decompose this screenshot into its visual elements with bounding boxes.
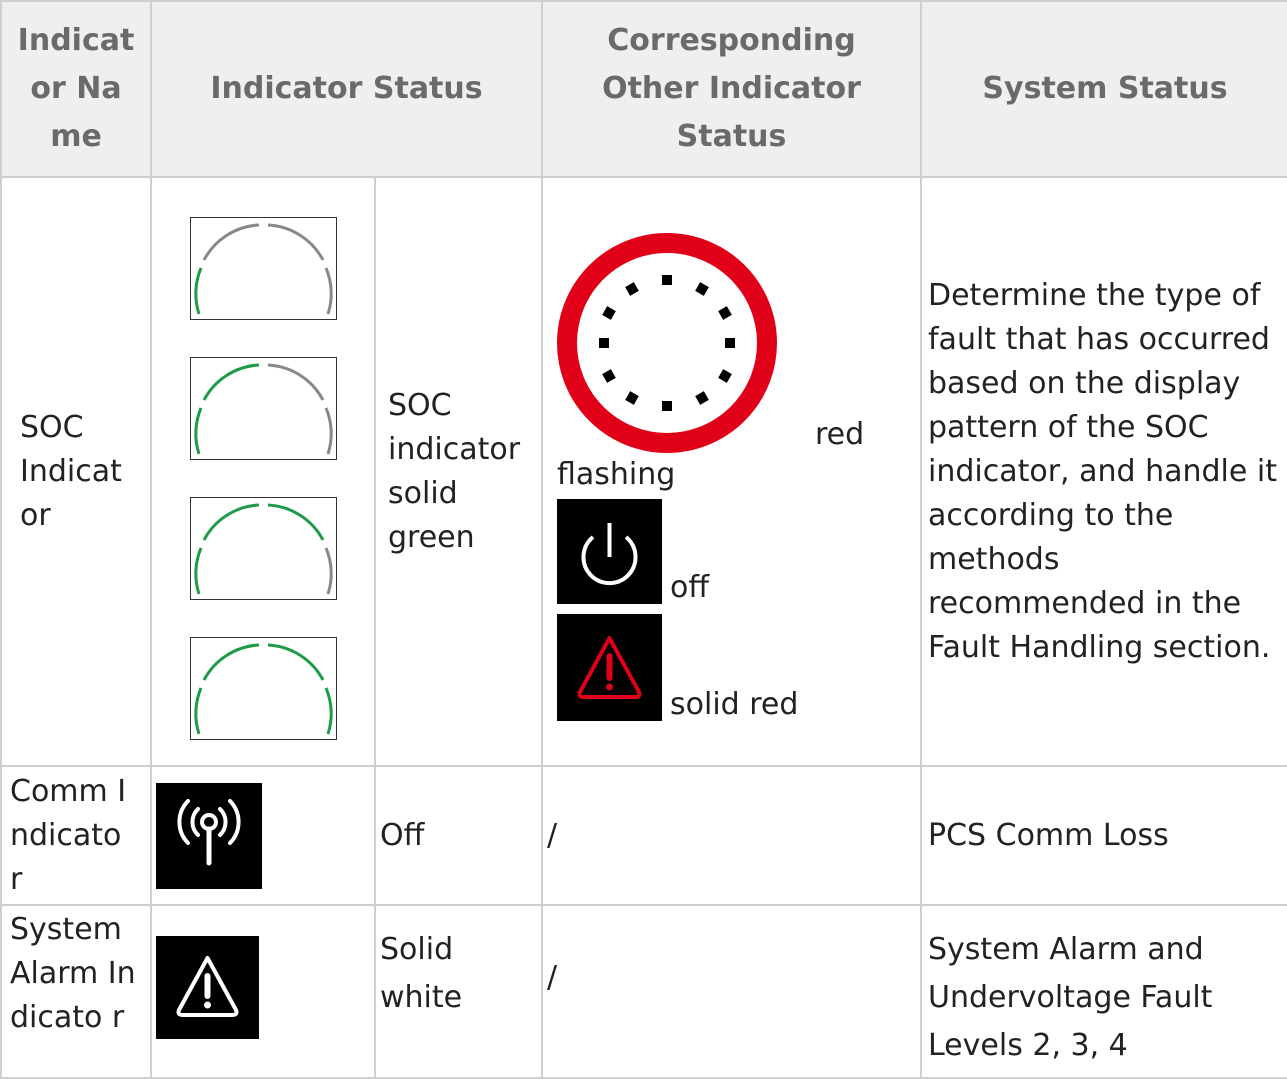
- soc-quarter-icon: [189, 217, 337, 320]
- header-row: Indicat or Name Indicator Status Corresp…: [0, 0, 1287, 178]
- system-status-cell: PCS Comm Loss: [920, 765, 1287, 906]
- red-warning-item: solid red: [557, 613, 920, 722]
- power-off-item: off: [557, 498, 920, 605]
- indicator-name-cell: System Alarm Indicato r: [0, 904, 152, 1079]
- red-warning-icon: [557, 613, 662, 721]
- power-off-icon: [557, 498, 662, 604]
- indicator-status-icon-cell: [150, 765, 376, 906]
- solid-red-label: solid red: [670, 686, 799, 722]
- indicator-table: Indicat or Name Indicator Status Corresp…: [0, 0, 1287, 1079]
- header-indicator-name: Indicat or Name: [0, 0, 152, 178]
- soc-full-icon: [189, 637, 337, 740]
- indicator-name-cell: Comm Indicato r: [0, 765, 152, 906]
- indicator-status-text-cell: Solid white: [374, 904, 543, 1079]
- white-warning-icon: [156, 936, 259, 1039]
- table-row: Comm Indicato r Off / PCS Comm Loss: [0, 765, 1287, 906]
- other-indicator-status-cell: /: [541, 765, 922, 906]
- antenna-icon: [156, 782, 262, 889]
- soc-half-icon: [189, 357, 337, 460]
- other-indicator-status-cell: red flashing off solid red: [541, 176, 922, 767]
- header-system-status: System Status: [920, 0, 1287, 178]
- red-flashing-item: red: [557, 232, 920, 453]
- system-status-cell: Determine the type of fault that has occ…: [920, 176, 1287, 767]
- indicator-status-icon-cell: [150, 904, 376, 1079]
- red-flashing-ring-icon: [557, 232, 777, 453]
- table-row: SOC Indicat or SOC indicator solid green…: [0, 176, 1287, 767]
- red-label: red: [815, 416, 865, 452]
- indicator-status-text-cell: Off: [374, 765, 543, 906]
- indicator-status-text-cell: SOC indicator solid green: [374, 176, 543, 767]
- indicator-status-icons-cell: [150, 176, 376, 767]
- flashing-label: flashing: [557, 456, 676, 492]
- header-other-indicator-status: Corresponding Other Indicator Status: [541, 0, 922, 178]
- header-indicator-status: Indicator Status: [150, 0, 543, 178]
- system-status-cell: System Alarm and Undervoltage Fault Leve…: [920, 904, 1287, 1079]
- indicator-name-cell: SOC Indicat or: [0, 176, 152, 767]
- table-row: System Alarm Indicato r Solid white / Sy…: [0, 904, 1287, 1079]
- soc-three-quarter-icon: [189, 497, 337, 600]
- other-indicator-status-cell: /: [541, 904, 922, 1079]
- off-label: off: [670, 569, 710, 605]
